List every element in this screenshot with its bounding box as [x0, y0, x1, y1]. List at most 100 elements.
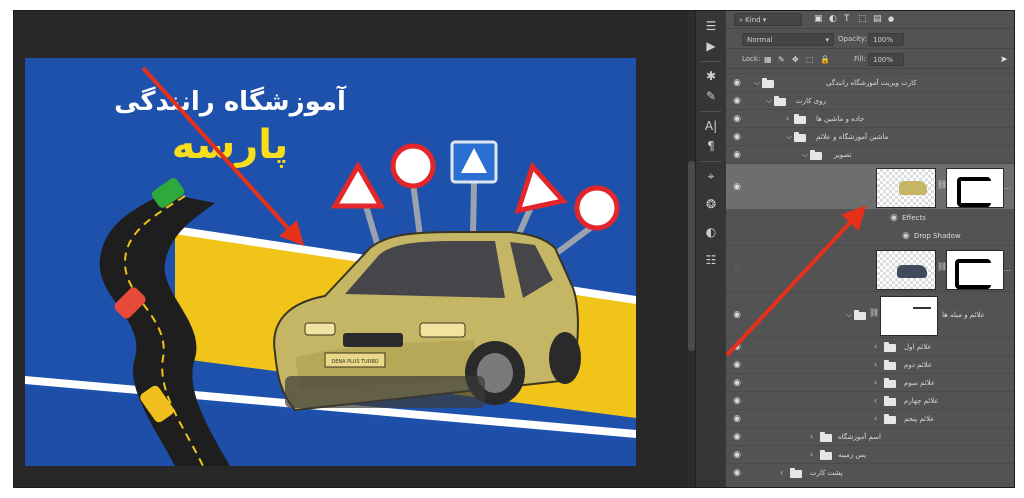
lock-artboard-icon[interactable]: ⬚: [806, 53, 814, 66]
filter-toggle-icon[interactable]: ●: [888, 13, 894, 26]
more-icon[interactable]: …: [1003, 264, 1011, 273]
folder-icon: [794, 114, 806, 124]
layer-row[interactable]: ◉ ‹ علائم سوم: [726, 373, 1014, 391]
layer-name: ماشین آموزشگاه و علائم: [816, 133, 889, 141]
eye-icon[interactable]: ◉: [726, 292, 748, 337]
mask-thumbnail: [880, 296, 938, 336]
layer-row-selected[interactable]: ◉ ⛓ …: [726, 163, 1014, 209]
chevron-down-icon[interactable]: ⌵: [802, 146, 808, 164]
mask-thumbnail[interactable]: [946, 168, 1004, 208]
folder-icon: [810, 150, 822, 160]
layer-row[interactable]: ◉ ⌵ ⛓ علائم و میله ها: [726, 291, 1014, 337]
layers-list[interactable]: ◉ ⌵ کارت ویزیت آموزشگاه رانندگی ◉ ⌵ روی …: [726, 73, 1014, 487]
folder-icon: [820, 432, 832, 442]
link-icon[interactable]: ⛓: [869, 308, 879, 317]
layer-row[interactable]: ◉ › جاده و ماشین ها: [726, 109, 1014, 127]
layer-row[interactable]: ▫ ⛓ …: [726, 245, 1014, 291]
text-filter-icon[interactable]: T: [844, 13, 850, 26]
lock-all-icon[interactable]: 🔒: [820, 53, 830, 66]
opacity-field[interactable]: 100%: [868, 33, 904, 46]
eye-icon[interactable]: ◉: [726, 92, 748, 109]
brush-icon[interactable]: ✎: [700, 87, 722, 105]
circle-half-icon[interactable]: ◐: [829, 13, 837, 26]
eye-icon[interactable]: ◉: [726, 164, 748, 209]
kind-filter-select[interactable]: ⌕ Kind ▾: [734, 13, 802, 26]
title-line2: پارسه: [172, 122, 289, 168]
layer-name: کارت ویزیت آموزشگاه رانندگی: [826, 79, 917, 87]
layer-row[interactable]: ◉ ‹ پس زمینه: [726, 445, 1014, 463]
layer-row[interactable]: ◉ ‹ علائم پنجم: [726, 409, 1014, 427]
lock-paint-icon[interactable]: ✎: [778, 53, 785, 66]
chevron-down-icon[interactable]: ⌵: [786, 128, 792, 146]
sliders-icon[interactable]: ☷: [700, 251, 722, 269]
layer-row[interactable]: ◉ ‹ اسم آموزشگاه: [726, 427, 1014, 445]
type-icon[interactable]: A|: [700, 117, 722, 135]
eye-icon[interactable]: ◉: [726, 356, 748, 373]
chevron-right-icon[interactable]: ›: [786, 110, 789, 128]
chevron-down-icon[interactable]: ⌵: [754, 74, 760, 92]
more-icon[interactable]: …: [1003, 182, 1011, 191]
layer-row[interactable]: ◉ ⌵ کارت ویزیت آموزشگاه رانندگی: [726, 73, 1014, 91]
layer-row[interactable]: ◉ ⌵ تصویر: [726, 145, 1014, 163]
effects-row[interactable]: ◉ Effects: [726, 209, 1014, 227]
mask-thumbnail[interactable]: [946, 250, 1004, 290]
layer-row[interactable]: ◉ ⌵ ماشین آموزشگاه و علائم: [726, 127, 1014, 145]
paragraph-icon[interactable]: ¶: [700, 137, 722, 155]
plate-text: DENA PLUS TURBO: [331, 359, 378, 365]
eye-icon[interactable]: ◉: [726, 338, 748, 355]
chevron-right-icon[interactable]: ‹: [874, 374, 877, 392]
fill-field[interactable]: 100%: [868, 53, 904, 66]
chevron-right-icon[interactable]: ‹: [874, 338, 877, 356]
eye-icon[interactable]: ◉: [902, 227, 910, 245]
lock-pixels-icon[interactable]: ▦: [764, 53, 772, 66]
chevron-right-icon[interactable]: ‹: [874, 410, 877, 428]
visibility-empty-icon[interactable]: ▫: [726, 246, 748, 291]
chevron-right-icon[interactable]: ‹: [780, 464, 783, 482]
lock-move-icon[interactable]: ✥: [792, 53, 799, 66]
layer-name: علائم اول: [904, 343, 932, 351]
blend-mode-select[interactable]: Normal ▾: [742, 33, 834, 46]
eye-icon[interactable]: ◉: [726, 446, 748, 463]
layer-row[interactable]: ◉ ‹ علائم اول: [726, 337, 1014, 355]
adjust-icon[interactable]: ☰: [700, 17, 722, 35]
title-line1: آموزشگاه رانندگی: [114, 85, 347, 117]
layer-thumbnail: [876, 250, 936, 290]
eye-icon[interactable]: ◉: [726, 110, 748, 127]
chevron-right-icon[interactable]: ‹: [810, 446, 813, 464]
chevron-down-icon[interactable]: ⌵: [766, 92, 772, 110]
eye-icon[interactable]: ◉: [726, 374, 748, 391]
layer-row[interactable]: ◉ ‹ پشت کارت: [726, 463, 1014, 481]
layer-name: علائم دوم: [904, 361, 933, 369]
effect-row[interactable]: ◉ Drop Shadow: [726, 227, 1014, 245]
eye-icon[interactable]: ◉: [726, 128, 748, 145]
eye-icon[interactable]: ◉: [890, 209, 898, 227]
eye-icon[interactable]: ◉: [726, 146, 748, 163]
layer-row[interactable]: ◉ ⌵ روی کارت: [726, 91, 1014, 109]
canvas-area[interactable]: آموزشگاه رانندگی پارسه DENA PLUS TURBO: [14, 11, 686, 487]
play-icon[interactable]: ▶: [700, 37, 722, 55]
chevron-right-icon[interactable]: ‹: [874, 356, 877, 374]
circle-half-icon[interactable]: ◐: [700, 223, 722, 241]
smart-object-icon[interactable]: ▤: [873, 13, 882, 26]
three-circles-icon[interactable]: ❂: [700, 195, 722, 213]
chevron-right-icon[interactable]: ‹: [810, 428, 813, 446]
eye-icon[interactable]: ◉: [726, 392, 748, 409]
crop-icon[interactable]: ⬚: [858, 13, 867, 26]
layer-name: علائم چهارم: [904, 397, 939, 405]
eye-icon[interactable]: ◉: [726, 464, 748, 481]
transform-icon[interactable]: ⌖: [700, 167, 722, 185]
eye-icon[interactable]: ◉: [726, 74, 748, 91]
layer-row[interactable]: ◉ ‹ علائم چهارم: [726, 391, 1014, 409]
gear-icon[interactable]: ✱: [700, 67, 722, 85]
scroll-thumb[interactable]: [688, 161, 695, 351]
eye-icon[interactable]: ◉: [726, 428, 748, 445]
layer-name: پس زمینه: [838, 451, 867, 459]
chevron-right-icon[interactable]: ‹: [874, 392, 877, 410]
chevron-down-icon[interactable]: ⌵: [846, 306, 852, 324]
folder-icon: [774, 96, 786, 106]
image-filter-icon[interactable]: ▣: [814, 13, 823, 26]
document-canvas[interactable]: آموزشگاه رانندگی پارسه DENA PLUS TURBO: [25, 58, 636, 466]
eye-icon[interactable]: ◉: [726, 410, 748, 427]
layer-name: پشت کارت: [810, 469, 843, 477]
layer-row[interactable]: ◉ ‹ علائم دوم: [726, 355, 1014, 373]
